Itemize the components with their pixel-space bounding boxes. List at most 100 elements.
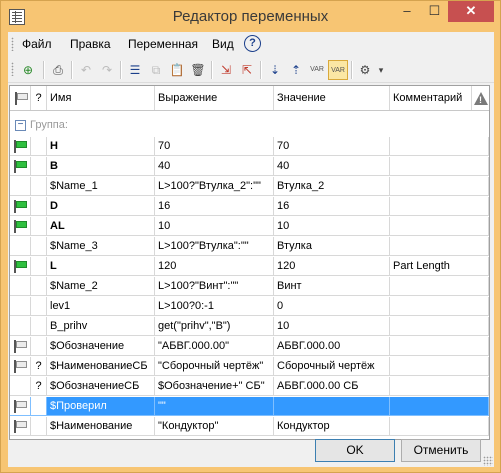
row-value-cell[interactable]: Сборочный чертёж bbox=[274, 357, 390, 376]
menu-edit[interactable]: Правка bbox=[68, 36, 113, 52]
header-flag-column[interactable] bbox=[10, 86, 31, 110]
warning-icon[interactable]: ! bbox=[474, 92, 488, 105]
maximize-button[interactable]: ☐ bbox=[421, 1, 448, 22]
row-name-cell[interactable]: $НаименованиеСБ bbox=[47, 357, 155, 376]
row-question-cell[interactable] bbox=[31, 297, 47, 316]
row-name-cell[interactable]: D bbox=[47, 197, 155, 216]
row-expression-cell[interactable]: 70 bbox=[155, 137, 274, 156]
row-comment-cell[interactable] bbox=[390, 357, 489, 376]
row-value-cell[interactable]: Винт bbox=[274, 277, 390, 296]
row-value-cell[interactable]: АБВГ.000.00 bbox=[274, 337, 390, 356]
var-icon[interactable]: VAR bbox=[307, 60, 327, 80]
row-name-cell[interactable]: $Name_2 bbox=[47, 277, 155, 296]
export-icon[interactable]: ⇱ bbox=[237, 60, 257, 80]
header-comment-column[interactable]: Комментарий bbox=[390, 86, 472, 110]
row-expression-cell[interactable]: L>100?0:-1 bbox=[155, 297, 274, 316]
row-flag-cell[interactable] bbox=[10, 237, 31, 256]
row-expression-cell[interactable]: "Кондуктор" bbox=[155, 417, 274, 436]
menubar-grip[interactable] bbox=[11, 37, 14, 51]
row-name-cell[interactable]: $ОбозначениеСБ bbox=[47, 377, 155, 396]
settings-icon[interactable]: ⚙ bbox=[355, 60, 375, 80]
row-question-cell[interactable] bbox=[31, 237, 47, 256]
row-name-cell[interactable]: lev1 bbox=[47, 297, 155, 316]
row-flag-cell[interactable] bbox=[10, 297, 31, 316]
delete-icon[interactable]: 🗑 bbox=[188, 60, 208, 80]
table-row[interactable]: $Name_3 L>100?"Втулка":"" Втулка bbox=[10, 237, 489, 256]
header-q-column[interactable]: ? bbox=[31, 86, 47, 110]
row-value-cell[interactable]: Втулка_2 bbox=[274, 177, 390, 196]
row-expression-cell[interactable]: "Сборочный чертёж" bbox=[155, 357, 274, 376]
row-value-cell[interactable]: 10 bbox=[274, 317, 390, 336]
table-row[interactable]: L 120 120 Part Length bbox=[10, 257, 489, 276]
properties-icon[interactable]: ☰ bbox=[125, 60, 145, 80]
row-comment-cell[interactable] bbox=[390, 177, 489, 196]
row-question-cell[interactable] bbox=[31, 337, 47, 356]
row-comment-cell[interactable] bbox=[390, 417, 489, 436]
row-name-cell[interactable]: B bbox=[47, 157, 155, 176]
paste-icon[interactable]: 📋 bbox=[167, 60, 187, 80]
row-name-cell[interactable]: $Name_1 bbox=[47, 177, 155, 196]
row-flag-cell[interactable] bbox=[10, 157, 31, 176]
table-row[interactable]: ? $ОбозначениеСБ $Обозначение+" СБ" АБВГ.00… bbox=[10, 377, 489, 396]
row-expression-cell[interactable]: $Обозначение+" СБ" bbox=[155, 377, 274, 396]
row-name-cell[interactable]: $Проверил bbox=[47, 397, 155, 416]
ok-button[interactable]: OK bbox=[315, 439, 395, 462]
row-flag-cell[interactable] bbox=[10, 137, 31, 156]
row-expression-cell[interactable]: "" bbox=[155, 397, 274, 416]
row-name-cell[interactable]: $Обозначение bbox=[47, 337, 155, 356]
row-comment-cell[interactable] bbox=[390, 337, 489, 356]
table-row[interactable]: AL 10 10 bbox=[10, 217, 489, 236]
row-expression-cell[interactable]: 10 bbox=[155, 217, 274, 236]
row-question-cell[interactable] bbox=[31, 177, 47, 196]
row-flag-cell[interactable] bbox=[10, 357, 31, 376]
row-question-cell[interactable] bbox=[31, 257, 47, 276]
sort-up-icon[interactable]: ⇡ bbox=[286, 60, 306, 80]
row-comment-cell[interactable] bbox=[390, 297, 489, 316]
row-value-cell[interactable]: 0 bbox=[274, 297, 390, 316]
table-row[interactable]: $Наименование "Кондуктор" Кондуктор bbox=[10, 417, 489, 436]
row-comment-cell[interactable] bbox=[390, 217, 489, 236]
header-name-column[interactable]: Имя bbox=[47, 86, 155, 110]
row-value-cell[interactable]: Кондуктор bbox=[274, 417, 390, 436]
row-expression-cell[interactable]: L>100?"Втулка_2":"" bbox=[155, 177, 274, 196]
group-row[interactable]: − Группа: bbox=[10, 117, 489, 137]
new-variable-icon[interactable]: ⊕ bbox=[18, 60, 38, 80]
row-value-cell[interactable]: 16 bbox=[274, 197, 390, 216]
table-row[interactable]: B_prihv get("prihv","B") 10 bbox=[10, 317, 489, 336]
row-name-cell[interactable]: $Наименование bbox=[47, 417, 155, 436]
header-value-column[interactable]: Значение bbox=[274, 86, 390, 110]
toolbar-overflow-icon[interactable]: ▾ bbox=[375, 60, 387, 80]
row-question-cell[interactable] bbox=[31, 137, 47, 156]
row-value-cell[interactable]: 70 bbox=[274, 137, 390, 156]
row-value-cell[interactable] bbox=[274, 397, 390, 416]
menu-file[interactable]: Файл bbox=[20, 36, 54, 52]
table-row[interactable]: $Name_2 L>100?"Винт":"" Винт bbox=[10, 277, 489, 296]
row-flag-cell[interactable] bbox=[10, 197, 31, 216]
row-name-cell[interactable]: B_prihv bbox=[47, 317, 155, 336]
row-comment-cell[interactable]: Part Length bbox=[390, 257, 489, 276]
row-flag-cell[interactable] bbox=[10, 217, 31, 236]
row-comment-cell[interactable] bbox=[390, 317, 489, 336]
row-flag-cell[interactable] bbox=[10, 397, 31, 416]
cancel-button[interactable]: Отменить bbox=[401, 439, 481, 462]
row-expression-cell[interactable]: L>100?"Втулка":"" bbox=[155, 237, 274, 256]
row-name-cell[interactable]: $Name_3 bbox=[47, 237, 155, 256]
table-row[interactable]: $Обозначение "АБВГ.000.00" АБВГ.000.00 bbox=[10, 337, 489, 356]
row-name-cell[interactable]: H bbox=[47, 137, 155, 156]
table-row[interactable]: B 40 40 bbox=[10, 157, 489, 176]
row-question-cell[interactable] bbox=[31, 397, 47, 416]
row-comment-cell[interactable] bbox=[390, 397, 489, 416]
row-question-cell[interactable] bbox=[31, 217, 47, 236]
var-checked-icon[interactable]: VAR bbox=[328, 60, 348, 80]
menu-view[interactable]: Вид bbox=[210, 36, 236, 52]
row-comment-cell[interactable] bbox=[390, 157, 489, 176]
row-flag-cell[interactable] bbox=[10, 317, 31, 336]
row-value-cell[interactable]: 120 bbox=[274, 257, 390, 276]
redo-icon[interactable]: ↷ bbox=[97, 60, 117, 80]
row-expression-cell[interactable]: 40 bbox=[155, 157, 274, 176]
table-row[interactable]: lev1 L>100?0:-1 0 bbox=[10, 297, 489, 316]
table-row[interactable]: $Name_1 L>100?"Втулка_2":"" Втулка_2 bbox=[10, 177, 489, 196]
row-name-cell[interactable]: L bbox=[47, 257, 155, 276]
row-comment-cell[interactable] bbox=[390, 277, 489, 296]
row-value-cell[interactable]: 10 bbox=[274, 217, 390, 236]
